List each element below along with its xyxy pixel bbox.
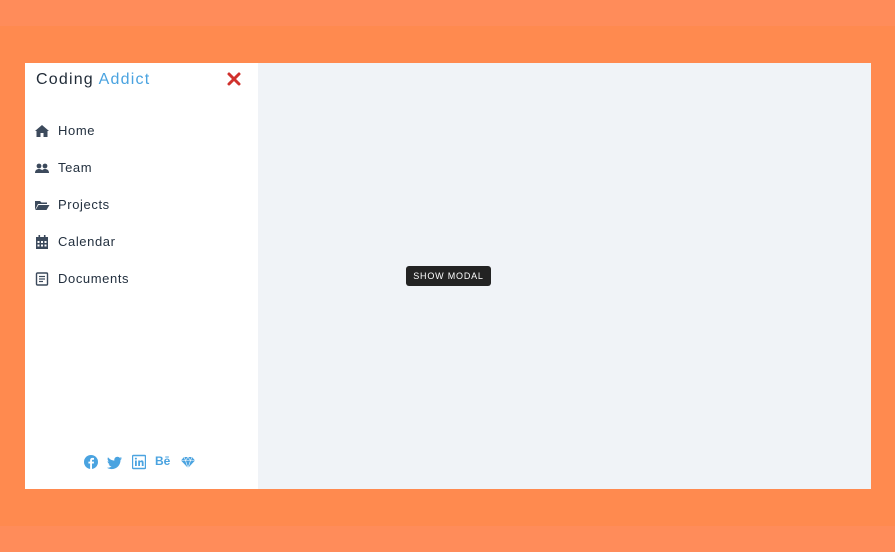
- twitter-icon[interactable]: [107, 453, 123, 471]
- folder-open-icon: [34, 197, 50, 213]
- close-icon[interactable]: [226, 71, 242, 87]
- sidebar-item-label: Calendar: [58, 234, 116, 249]
- sidebar-item-label: Team: [58, 160, 93, 175]
- brand-coding: Coding: [36, 71, 94, 88]
- social-links: Bē: [83, 453, 203, 471]
- sidebar-item-team[interactable]: Team: [25, 155, 258, 181]
- show-modal-button[interactable]: SHOW MODAL: [406, 266, 491, 286]
- brand-addict: Addict: [98, 71, 151, 88]
- sidebar-item-home[interactable]: Home: [25, 118, 258, 144]
- sidebar-item-label: Home: [58, 123, 96, 138]
- sidebar: Coding Addict Home Team Projects Calenda…: [25, 63, 258, 489]
- facebook-icon[interactable]: [83, 453, 99, 471]
- team-icon: [34, 160, 50, 176]
- sidebar-item-calendar[interactable]: Calendar: [25, 229, 258, 255]
- linkedin-icon[interactable]: [131, 453, 147, 471]
- home-icon: [34, 123, 50, 139]
- bottom-band: [0, 526, 895, 552]
- top-band: [0, 0, 895, 26]
- sidebar-item-label: Documents: [58, 271, 130, 286]
- behance-icon[interactable]: Bē: [155, 454, 170, 472]
- calendar-icon: [34, 234, 50, 250]
- app-window: Coding Addict Home Team Projects Calenda…: [25, 63, 871, 489]
- sidebar-item-projects[interactable]: Projects: [25, 192, 258, 218]
- sidebar-item-documents[interactable]: Documents: [25, 266, 258, 292]
- document-icon: [34, 271, 50, 287]
- sidebar-item-label: Projects: [58, 197, 110, 212]
- brand-logo: Coding Addict: [36, 71, 150, 89]
- sketch-icon[interactable]: [180, 453, 196, 471]
